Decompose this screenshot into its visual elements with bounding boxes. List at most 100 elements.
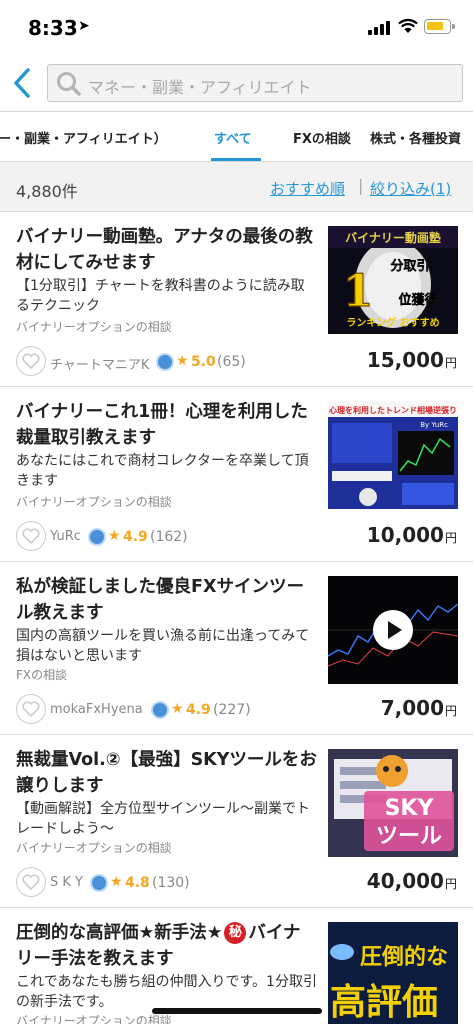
thumb-caption: ランキング おすすめ	[346, 316, 439, 329]
listing-description: あなたにはこれで商材コレクターを卒業して頂きます	[16, 453, 309, 489]
active-tab-indicator	[211, 158, 261, 161]
listing-thumbnail[interactable]: 圧倒的な 高評価	[328, 922, 458, 1024]
thumbnail-art: バイナリー動画塾 1 分取引 位獲得 ランキング おすすめ	[328, 226, 458, 334]
price-value: 40,000	[366, 869, 444, 893]
tab-fx-consultation[interactable]: FXの相談	[293, 128, 351, 147]
listing-item[interactable]: バイナリーこれ1冊！心理を利用した裁量取引教えます あなたにはこれで商材コレクタ…	[0, 387, 473, 562]
listing-price: 40,000円	[367, 869, 457, 893]
home-indicator	[152, 1008, 322, 1014]
review-count: (65)	[217, 354, 246, 370]
favorite-heart-icon[interactable]	[16, 521, 46, 551]
listing-category: バイナリーオプションの相談	[16, 841, 172, 855]
result-bar: 4,880件 おすすめ順 | 絞り込み(1)	[0, 162, 473, 212]
divider: |	[358, 176, 364, 195]
favorite-heart-icon[interactable]	[16, 867, 46, 897]
rating-score: 4.9	[186, 702, 211, 718]
listing-category: FXの相談	[16, 668, 68, 682]
thumb-author: By YuRc	[420, 421, 448, 429]
listing-item[interactable]: バイナリー動画塾。アナタの最後の教材にしてみせます 【1分取引】チャートを教科書…	[0, 212, 473, 387]
review-count: (227)	[213, 702, 251, 718]
listing-thumbnail[interactable]	[328, 576, 458, 684]
sort-recommended-link[interactable]: おすすめ順	[270, 178, 345, 199]
listing-item[interactable]: 圧倒的な高評価★新手法★ 秘バイナリー手法を教えます これであなたも勝ち組の仲間入…	[0, 908, 473, 1024]
seller-rank-badge-icon	[156, 353, 174, 371]
wifi-icon	[398, 18, 418, 33]
listing-thumbnail[interactable]: バイナリー動画塾 1 分取引 位獲得 ランキング おすすめ	[328, 226, 458, 334]
thumb-heading: バイナリー動画塾	[345, 230, 441, 245]
listing-price: 7,000円	[381, 696, 457, 720]
cellular-signal-icon	[368, 21, 390, 35]
listing-title[interactable]: バイナリー動画塾。アナタの最後の教材にしてみせます	[16, 224, 318, 276]
listing-thumbnail[interactable]: SKY ツール	[328, 749, 458, 857]
price-unit: 円	[444, 356, 457, 370]
favorite-heart-icon[interactable]	[16, 694, 46, 724]
thumb-line: 位獲得	[398, 292, 437, 308]
thumb-heading: 心理を利用したトレンド相場逆張り	[329, 405, 457, 415]
location-arrow-icon: ➤	[78, 18, 90, 34]
seller-name[interactable]: YuRc	[50, 529, 81, 544]
search-icon	[57, 72, 81, 96]
listing-title[interactable]: 圧倒的な高評価★新手法★ 秘バイナリー手法を教えます	[16, 920, 318, 972]
listing-item[interactable]: 無裁量Vol.②【最強】SKYツールをお譲りします 【動画解説】全方位型サインツ…	[0, 735, 473, 908]
listing-description: これであなたも勝ち組の仲間入りです。1分取引の新手法です。	[16, 974, 317, 1010]
star-icon: ★	[108, 528, 121, 544]
listing-item[interactable]: 私が検証しました優良FXサインツール教えます 国内の高額ツールを買い漁る前に出逢…	[0, 562, 473, 735]
tab-money-side-business[interactable]: ー・副業・アフィリエイト）	[0, 128, 167, 147]
seller-name[interactable]: S K Y	[50, 875, 83, 890]
price-unit: 円	[444, 877, 457, 891]
thumbnail-art: 心理を利用したトレンド相場逆張り By YuRc	[328, 401, 458, 509]
seller-name[interactable]: mokaFxHyena	[50, 702, 143, 717]
play-video-icon[interactable]	[373, 610, 413, 650]
listing-title[interactable]: バイナリーこれ1冊！心理を利用した裁量取引教えます	[16, 399, 318, 451]
star-icon: ★	[171, 701, 184, 717]
listing-description: 【動画解説】全方位型サインツール〜副業でトレードしよう〜	[16, 801, 310, 837]
listing-title[interactable]: 私が検証しました優良FXサインツール教えます	[16, 574, 318, 626]
thumb-line: ツール	[376, 824, 442, 849]
filter-link[interactable]: 絞り込み(1)	[370, 178, 451, 199]
category-tabs: ー・副業・アフィリエイト） すべて FXの相談 株式・各種投資	[0, 112, 473, 162]
result-count: 4,880件	[16, 182, 78, 201]
listing-title[interactable]: 無裁量Vol.②【最強】SKYツールをお譲りします	[16, 747, 318, 799]
listing-description: 【1分取引】チャートを教科書のように読み取るテクニック	[16, 278, 305, 314]
listing-category: バイナリーオプションの相談	[16, 495, 172, 509]
secret-mark-icon: 秘	[224, 922, 247, 944]
seller-rank-badge-icon	[88, 528, 106, 546]
review-count: (130)	[152, 875, 190, 891]
title-part: 圧倒的な高評価★新手法★	[16, 923, 223, 943]
search-input[interactable]: マネー・副業・アフィリエイト	[47, 64, 463, 102]
seller-rank-badge-icon	[151, 701, 169, 719]
seller-rank-badge-icon	[90, 874, 108, 892]
status-time: 8:33	[28, 16, 78, 40]
tab-stocks-investment[interactable]: 株式・各種投資	[370, 128, 461, 147]
thumb-line: 高評価	[330, 981, 438, 1023]
star-icon: ★	[176, 353, 189, 369]
search-header: マネー・副業・アフィリエイト	[0, 56, 473, 112]
thumb-number: 1	[343, 266, 374, 317]
rating-score: 5.0	[191, 354, 216, 370]
price-value: 15,000	[366, 348, 444, 372]
price-value: 10,000	[366, 523, 444, 547]
thumbnail-art: SKY ツール	[328, 749, 458, 857]
price-unit: 円	[444, 704, 457, 718]
listing-category: バイナリーオプションの相談	[16, 1014, 172, 1024]
seller-name[interactable]: チャートマニアK	[50, 354, 149, 373]
tab-all[interactable]: すべて	[214, 128, 252, 147]
rating-score: 4.8	[125, 875, 150, 891]
thumbnail-art: 圧倒的な 高評価	[328, 922, 458, 1024]
favorite-heart-icon[interactable]	[16, 346, 46, 376]
listing-category: バイナリーオプションの相談	[16, 320, 172, 334]
price-unit: 円	[444, 531, 457, 545]
listing-price: 10,000円	[367, 523, 457, 547]
battery-icon	[424, 19, 455, 34]
status-bar: 8:33 ➤	[0, 0, 473, 56]
thumb-line: 分取引	[390, 258, 429, 274]
price-value: 7,000	[380, 696, 444, 720]
listing-thumbnail[interactable]: 心理を利用したトレンド相場逆張り By YuRc	[328, 401, 458, 509]
star-icon: ★	[110, 874, 123, 890]
thumb-heading: SKY	[385, 796, 435, 821]
listing-price: 15,000円	[367, 348, 457, 372]
rating-score: 4.9	[123, 529, 148, 545]
thumb-heading: 圧倒的な	[360, 944, 448, 970]
search-placeholder: マネー・副業・アフィリエイト	[88, 78, 312, 97]
back-chevron-icon[interactable]	[8, 66, 38, 100]
